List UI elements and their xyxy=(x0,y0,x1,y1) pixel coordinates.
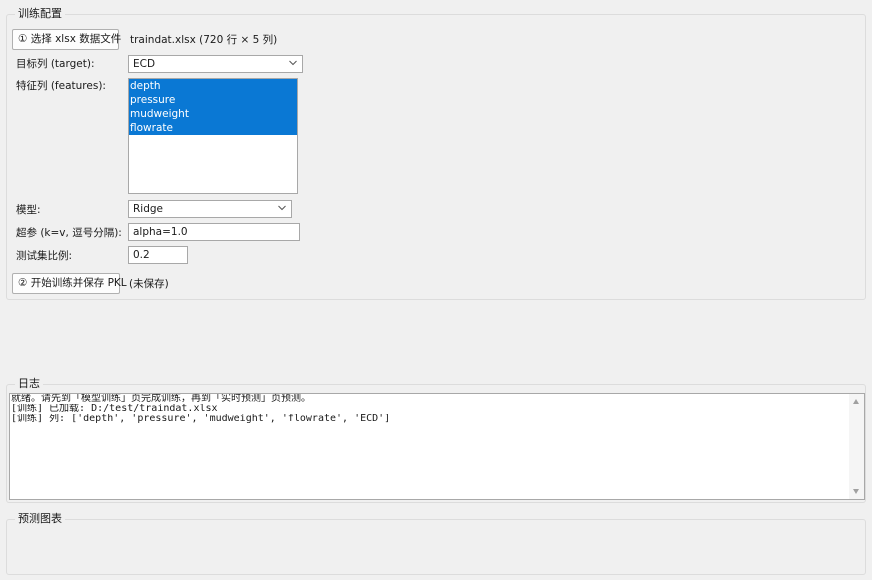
hyper-input-value: alpha=1.0 xyxy=(133,226,188,238)
target-combobox[interactable]: ECD xyxy=(128,55,303,73)
chart-title: 预测图表 xyxy=(15,512,65,526)
scroll-down-icon[interactable] xyxy=(853,489,859,494)
list-item[interactable]: flowrate xyxy=(129,121,297,135)
features-listbox[interactable]: depth pressure mudweight flowrate xyxy=(128,78,298,194)
hyper-input[interactable]: alpha=1.0 xyxy=(128,223,300,241)
model-label: 模型: xyxy=(16,204,41,216)
log-line: [训练] 列: ['depth', 'pressure', 'mudweight… xyxy=(11,414,391,424)
model-combobox-value: Ridge xyxy=(133,203,164,215)
list-item[interactable]: pressure xyxy=(129,93,297,107)
list-item[interactable]: depth xyxy=(129,79,297,93)
features-label: 特征列 (features): xyxy=(16,80,106,92)
log-title: 日志 xyxy=(15,377,43,391)
model-combobox[interactable]: Ridge xyxy=(128,200,292,218)
target-label: 目标列 (target): xyxy=(16,58,95,70)
list-item[interactable]: mudweight xyxy=(129,107,297,121)
log-line: 就绪。请先到「模型训练」页完成训练，再到「实时预测」页预测。 xyxy=(11,394,311,404)
chevron-down-icon xyxy=(278,205,286,211)
chevron-down-icon xyxy=(289,60,297,66)
save-status-text: (未保存) xyxy=(129,278,169,290)
scroll-up-icon[interactable] xyxy=(853,399,859,404)
log-scrollbar[interactable] xyxy=(849,394,864,499)
train-save-button[interactable]: ② 开始训练并保存 PKL xyxy=(12,273,127,294)
test-ratio-input[interactable]: 0.2 xyxy=(128,246,188,264)
select-file-button[interactable]: ① 选择 xlsx 数据文件 xyxy=(12,29,121,50)
test-ratio-input-value: 0.2 xyxy=(133,249,150,261)
chart-group: 预测图表 xyxy=(6,512,866,575)
hyper-label: 超参 (k=v, 逗号分隔): xyxy=(16,227,122,239)
file-info-text: traindat.xlsx (720 行 × 5 列) xyxy=(130,34,278,46)
log-textarea[interactable]: 就绪。请先到「模型训练」页完成训练，再到「实时预测」页预测。 [训练] 已加载:… xyxy=(9,393,865,500)
log-line: [训练] 已加载: D:/test/traindat.xlsx xyxy=(11,404,218,414)
target-combobox-value: ECD xyxy=(133,58,156,70)
train-config-title: 训练配置 xyxy=(15,7,65,21)
test-ratio-label: 测试集比例: xyxy=(16,250,73,262)
